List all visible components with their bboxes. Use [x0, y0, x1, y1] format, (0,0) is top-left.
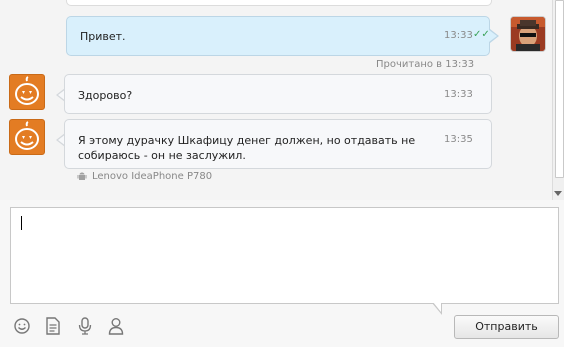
microphone-icon[interactable]: [75, 316, 95, 336]
message-text-line: собираюсь - он не заслужил.: [78, 149, 246, 162]
incoming-message: Я этому дурачку Шкафицу денег должен, но…: [64, 119, 492, 169]
message-text: Здорово?: [78, 89, 133, 102]
android-icon: [77, 171, 87, 185]
contact-avatar[interactable]: [9, 74, 45, 110]
pumpkin-icon: [15, 76, 39, 105]
message-text: Привет.: [80, 30, 126, 43]
smiley-icon[interactable]: [12, 316, 32, 336]
document-icon[interactable]: [43, 316, 63, 336]
text-caret: [21, 216, 22, 230]
scrollbar-thumb[interactable]: [555, 0, 564, 178]
send-button[interactable]: Отправить: [454, 315, 559, 339]
bubble-tail: [489, 29, 499, 43]
message-time: 13:33: [444, 30, 473, 41]
previous-bubble-edge: [66, 0, 492, 6]
message-time: 13:33: [444, 89, 473, 100]
avatar-photo-icon: [511, 17, 545, 51]
input-tail: [432, 302, 442, 315]
chat-history: Привет. 13:33 ✓✓ Прочитано в 13:33 Здоро…: [0, 0, 552, 200]
incoming-message: Здорово? 13:33: [64, 74, 492, 114]
read-status: Прочитано в 13:33: [376, 59, 475, 70]
outgoing-message: Привет. 13:33 ✓✓: [66, 16, 490, 56]
message-text-line: Я этому дурачку Шкафицу денег должен, но…: [78, 134, 416, 147]
my-avatar[interactable]: [510, 16, 546, 52]
scroll-down-arrow-icon[interactable]: [554, 191, 562, 196]
message-input[interactable]: [10, 207, 559, 304]
device-label: Lenovo IdeaPhone P780: [92, 171, 213, 182]
read-check-icon: ✓✓: [473, 29, 490, 40]
contact-avatar[interactable]: [9, 119, 45, 155]
contact-icon[interactable]: [106, 316, 126, 336]
chat-scrollbar[interactable]: [552, 0, 564, 200]
pumpkin-icon: [15, 121, 39, 150]
message-time: 13:35: [444, 134, 473, 145]
